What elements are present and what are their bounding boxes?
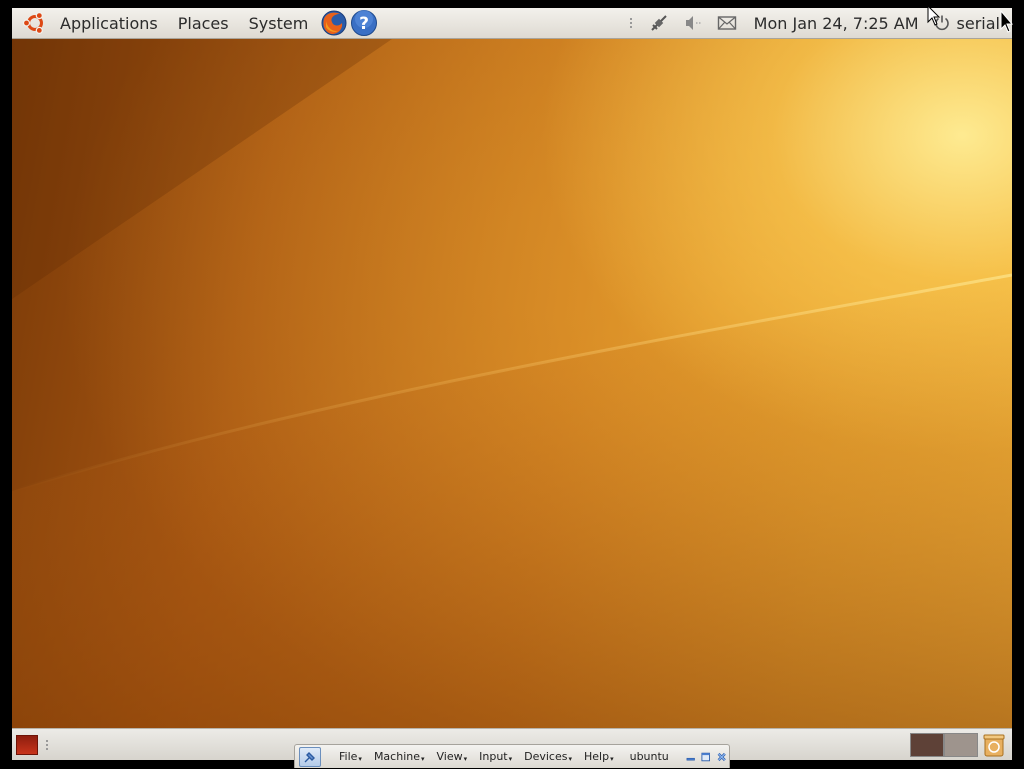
- network-icon[interactable]: [649, 13, 669, 33]
- svg-text:?: ?: [359, 14, 369, 34]
- pin-icon: [304, 751, 315, 762]
- panel-grip: [46, 740, 50, 750]
- desktop-screen: Applications Places System ? Mon Jan 24,…: [12, 8, 1012, 760]
- mail-icon[interactable]: [717, 13, 737, 33]
- system-menu[interactable]: System: [239, 8, 319, 39]
- trash-icon[interactable]: [981, 732, 1007, 758]
- mouse-cursor-icon: [927, 5, 941, 26]
- system-tray: Mon Jan 24, 7:25 AM serial: [624, 8, 1012, 38]
- workspace-2[interactable]: [944, 733, 978, 757]
- vbox-menu-help[interactable]: Help: [578, 750, 620, 763]
- wallpaper-streak: [12, 39, 1012, 728]
- restore-icon[interactable]: [700, 748, 711, 766]
- mouse-cursor-icon: [1000, 10, 1014, 33]
- vbox-menu-devices[interactable]: Devices: [518, 750, 578, 763]
- firefox-icon[interactable]: [320, 9, 348, 37]
- desktop-wallpaper[interactable]: [12, 39, 1012, 728]
- top-panel: Applications Places System ? Mon Jan 24,…: [12, 8, 1012, 39]
- close-icon[interactable]: [716, 748, 727, 766]
- applications-menu[interactable]: Applications: [50, 8, 168, 39]
- vbox-menu-file[interactable]: File: [333, 750, 368, 763]
- show-desktop-button[interactable]: [16, 735, 38, 755]
- vm-name: ubuntu: [629, 750, 669, 763]
- ubuntu-logo-icon[interactable]: [22, 10, 48, 36]
- minimize-icon[interactable]: [685, 748, 696, 766]
- workspace-1[interactable]: [910, 733, 944, 757]
- help-icon[interactable]: ?: [350, 9, 378, 37]
- clock[interactable]: Mon Jan 24, 7:25 AM: [744, 14, 929, 33]
- vbox-menu-machine[interactable]: Machine: [368, 750, 431, 763]
- vbox-menu-input[interactable]: Input: [473, 750, 518, 763]
- user-name: serial: [956, 13, 1000, 33]
- panel-grip: [629, 18, 636, 28]
- places-menu[interactable]: Places: [168, 8, 239, 39]
- pin-toolbar-button[interactable]: [299, 746, 321, 767]
- vbox-menu-view[interactable]: View: [431, 750, 474, 763]
- virtualbox-mini-toolbar: File Machine View Input Devices Help ubu…: [294, 744, 730, 768]
- volume-muted-icon[interactable]: [683, 13, 703, 33]
